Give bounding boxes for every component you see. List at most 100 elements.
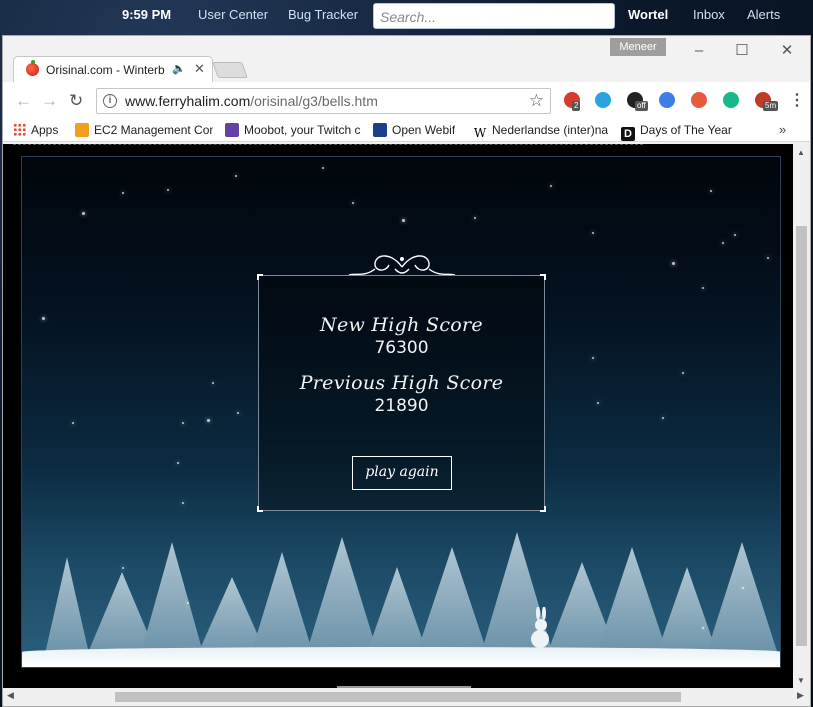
apps-grid-icon bbox=[13, 123, 26, 136]
snowflake bbox=[167, 189, 169, 191]
snowflake bbox=[182, 422, 184, 424]
snowflake bbox=[42, 317, 45, 320]
snowflake bbox=[597, 402, 599, 404]
address-bar[interactable]: i www.ferryhalim.com/orisinal/g3/bells.h… bbox=[96, 88, 551, 114]
vertical-scroll-thumb[interactable] bbox=[796, 226, 807, 646]
horizontal-scroll-thumb[interactable] bbox=[115, 692, 681, 702]
snowflake bbox=[212, 382, 214, 384]
horizontal-scrollbar[interactable]: ◀ ▶ bbox=[3, 688, 810, 706]
snowflake bbox=[235, 175, 237, 177]
snowflake bbox=[352, 202, 354, 204]
snow-ground bbox=[22, 647, 780, 667]
speaker-icon[interactable]: 🔈 bbox=[172, 62, 186, 75]
snowy-trees-illustration bbox=[42, 532, 780, 667]
desktop-search-input[interactable]: Search... bbox=[373, 3, 615, 29]
new-tab-button[interactable] bbox=[212, 62, 248, 78]
game-canvas[interactable]: New High Score 76300 Previous High Score… bbox=[21, 156, 781, 668]
snowflake bbox=[402, 219, 405, 222]
scroll-right-icon[interactable]: ▶ bbox=[797, 690, 804, 701]
more-bookmarks-icon[interactable]: » bbox=[779, 122, 786, 137]
bookmark-star-icon[interactable]: ☆ bbox=[529, 91, 544, 111]
close-window-icon[interactable]: ✕ bbox=[777, 41, 797, 61]
url-text[interactable]: www.ferryhalim.com/orisinal/g3/bells.htm bbox=[125, 93, 378, 109]
snowflake bbox=[122, 192, 124, 194]
timer-icon[interactable]: 5m bbox=[755, 92, 779, 111]
bookmark-ec2[interactable]: EC2 Management Con bbox=[75, 123, 213, 137]
d-logo-icon: D bbox=[621, 127, 635, 141]
snowflake bbox=[702, 287, 704, 289]
snowflake bbox=[592, 232, 594, 234]
snowflake bbox=[550, 185, 552, 187]
snowflake bbox=[474, 217, 476, 219]
snowflake bbox=[207, 419, 210, 422]
chat-icon[interactable] bbox=[723, 92, 739, 108]
tab-title: Orisinal.com - Winterb bbox=[46, 63, 165, 77]
forward-icon[interactable]: → bbox=[41, 91, 58, 111]
browser-tab[interactable]: Orisinal.com - Winterb 🔈 ✕ bbox=[13, 56, 213, 82]
sync-icon[interactable] bbox=[659, 92, 675, 108]
snowflake bbox=[710, 190, 712, 192]
snowflake bbox=[122, 567, 124, 569]
minimize-icon[interactable]: – bbox=[689, 41, 709, 61]
clock: 9:59 PM bbox=[122, 7, 172, 22]
page-content: New High Score 76300 Previous High Score… bbox=[3, 144, 793, 696]
wikipedia-icon: W bbox=[473, 126, 487, 140]
aws-cube-icon bbox=[75, 123, 89, 137]
snowflake bbox=[72, 422, 74, 424]
play-again-button[interactable]: play again bbox=[352, 456, 452, 490]
mail-icon[interactable]: off bbox=[627, 92, 648, 111]
snowflake bbox=[592, 357, 594, 359]
extension-badge: off bbox=[635, 101, 648, 111]
extension-badge: 5m bbox=[763, 101, 779, 111]
scroll-up-icon[interactable]: ▲ bbox=[797, 148, 805, 157]
twitch-icon bbox=[225, 123, 239, 137]
reload-icon[interactable]: ↻ bbox=[69, 91, 83, 111]
snowflake bbox=[662, 417, 664, 419]
snowflake bbox=[767, 257, 769, 259]
share-icon[interactable] bbox=[595, 92, 611, 108]
menu-kebab-icon[interactable]: ⋮ bbox=[789, 90, 805, 110]
maximize-icon[interactable]: ☐ bbox=[732, 41, 752, 61]
bookmark-apps[interactable]: Apps bbox=[13, 123, 58, 137]
ow-icon bbox=[373, 123, 387, 137]
bunny-icon bbox=[531, 607, 549, 648]
previous-high-score-label: Previous High Score bbox=[299, 372, 504, 394]
extension-badge: 2 bbox=[572, 101, 581, 111]
bookmark-moobot[interactable]: Moobot, your Twitch c bbox=[225, 123, 363, 137]
bug-tracker-link[interactable]: Bug Tracker bbox=[288, 7, 358, 22]
snowflake bbox=[237, 412, 239, 414]
username-link[interactable]: Wortel bbox=[628, 7, 668, 22]
back-icon[interactable]: ← bbox=[15, 91, 32, 111]
high-score-panel: New High Score 76300 Previous High Score… bbox=[257, 274, 546, 512]
snowflake bbox=[682, 372, 684, 374]
tab-close-icon[interactable]: ✕ bbox=[194, 61, 205, 77]
alerts-link[interactable]: Alerts bbox=[747, 7, 780, 22]
scroll-down-icon[interactable]: ▼ bbox=[797, 676, 805, 685]
browser-toolbar: ← → ↻ i www.ferryhalim.com/orisinal/g3/b… bbox=[3, 82, 810, 120]
profile-button[interactable]: Meneer bbox=[610, 38, 666, 56]
desktop-top-bar: 9:59 PM User Center Bug Tracker Search..… bbox=[0, 0, 813, 32]
previous-high-score-value: 21890 bbox=[374, 396, 429, 416]
bookmark-nederlandse[interactable]: W Nederlandse (inter)na bbox=[473, 123, 611, 140]
browser-window: Meneer – ☐ ✕ Orisinal.com - Winterb 🔈 ✕ … bbox=[2, 35, 811, 707]
snowflake bbox=[182, 502, 184, 504]
snowflake bbox=[82, 212, 85, 215]
inbox-link[interactable]: Inbox bbox=[693, 7, 725, 22]
bookmarks-bar: Apps EC2 Management Con Moobot, your Twi… bbox=[3, 120, 810, 142]
bookmark-days-of-year[interactable]: D Days of The Year bbox=[621, 123, 732, 141]
bookmark-openwebif[interactable]: Open Webif bbox=[373, 123, 455, 137]
scroll-left-icon[interactable]: ◀ bbox=[7, 690, 14, 701]
snowflake bbox=[322, 167, 324, 169]
dashed-divider bbox=[13, 144, 643, 145]
new-high-score-label: New High Score bbox=[320, 314, 483, 336]
snowflake bbox=[672, 262, 675, 265]
snowflake bbox=[702, 627, 704, 629]
snowflake bbox=[187, 602, 189, 604]
user-center-link[interactable]: User Center bbox=[198, 7, 268, 22]
snowflake bbox=[177, 462, 179, 464]
avatar-icon[interactable] bbox=[691, 92, 707, 108]
ublock-icon[interactable]: 2 bbox=[564, 92, 581, 111]
vertical-scrollbar[interactable]: ▲ ▼ bbox=[793, 144, 810, 688]
snowflake bbox=[734, 234, 736, 236]
info-icon[interactable]: i bbox=[103, 94, 117, 108]
